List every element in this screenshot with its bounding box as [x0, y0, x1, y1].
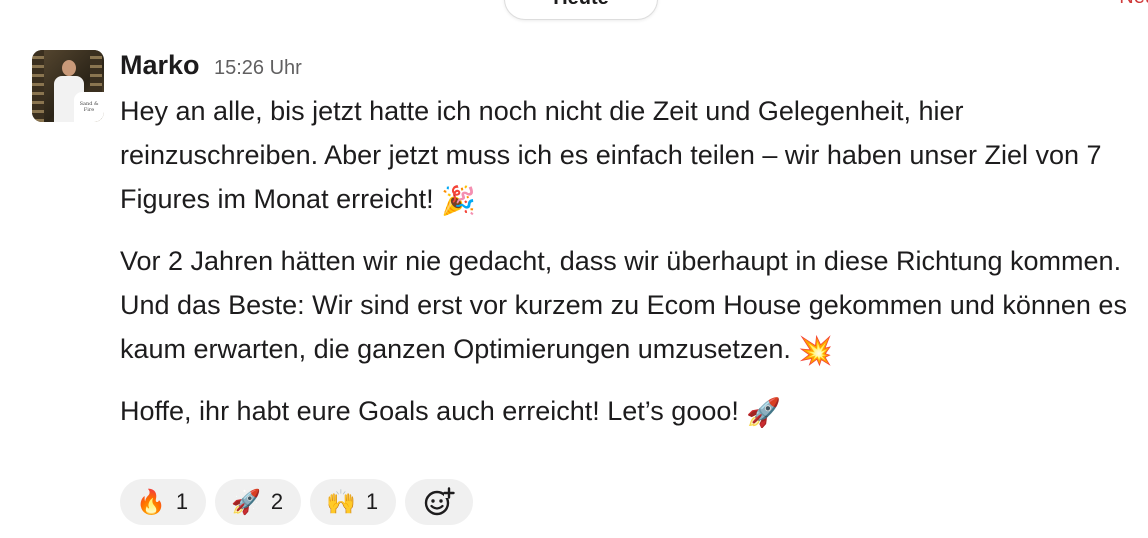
party-popper-icon: 🎉 — [441, 184, 476, 217]
message-header: Marko 15:26 Uhr — [120, 50, 302, 81]
new-messages-link[interactable]: Neu — [1119, 0, 1148, 9]
reaction-count: 1 — [365, 489, 379, 514]
date-divider-pill[interactable]: Heute — [504, 0, 658, 20]
fire-icon: 🔥 — [136, 488, 166, 516]
paragraph-text: Hoffe, ihr habt eure Goals auch erreicht… — [120, 396, 739, 426]
reaction-rocket[interactable]: 🚀 2 — [215, 479, 301, 525]
new-messages-label: Neu — [1119, 0, 1148, 8]
avatar-badge: Sand & Fire — [74, 92, 104, 122]
add-reaction-button[interactable] — [405, 479, 473, 525]
message-timestamp[interactable]: 15:26 Uhr — [214, 57, 302, 79]
reaction-count: 2 — [270, 489, 284, 514]
collision-icon: 💥 — [798, 334, 834, 367]
reaction-raised-hands[interactable]: 🙌 1 — [310, 479, 396, 525]
message-paragraph: Vor 2 Jahren hätten wir nie gedacht, das… — [120, 239, 1130, 373]
avatar-badge-text: Sand & Fire — [79, 101, 99, 113]
reactions-bar: 🔥 1 🚀 2 🙌 1 — [120, 479, 473, 525]
avatar-background-shelf — [32, 50, 44, 122]
paragraph-text: Hey an alle, bis jetzt hatte ich noch ni… — [120, 96, 1102, 214]
message-body: Hey an alle, bis jetzt hatte ich noch ni… — [120, 89, 1130, 451]
reaction-fire[interactable]: 🔥 1 — [120, 479, 206, 525]
raised-hands-icon: 🙌 — [326, 488, 356, 516]
avatar[interactable]: Sand & Fire — [32, 50, 104, 122]
reaction-count: 1 — [175, 489, 189, 514]
rocket-icon: 🚀 — [231, 488, 261, 516]
message-paragraph: Hoffe, ihr habt eure Goals auch erreicht… — [120, 389, 1130, 435]
author-name[interactable]: Marko — [120, 50, 200, 80]
message-paragraph: Hey an alle, bis jetzt hatte ich noch ni… — [120, 89, 1130, 223]
date-divider-label: Heute — [553, 0, 609, 9]
rocket-icon: 🚀 — [746, 396, 782, 429]
paragraph-text: Vor 2 Jahren hätten wir nie gedacht, das… — [120, 246, 1127, 364]
add-reaction-icon — [424, 487, 455, 516]
